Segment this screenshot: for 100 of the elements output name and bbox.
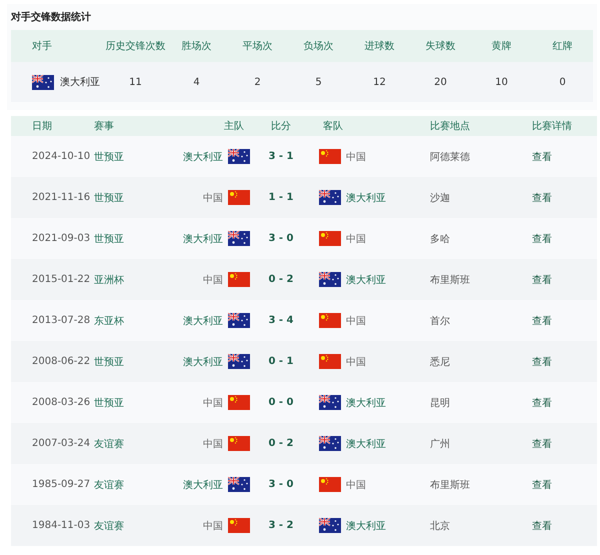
team-name: 中国 — [203, 274, 223, 286]
column-header: 客队 — [322, 120, 343, 133]
team-name: 澳大利亚 — [183, 150, 223, 164]
flag-icon — [319, 395, 341, 410]
team-name: 澳大利亚 — [346, 396, 386, 410]
match-venue: 悉尼 — [430, 356, 451, 368]
flag-icon — [319, 231, 341, 246]
flag-icon — [228, 354, 250, 369]
match-venue: 阿德莱德 — [430, 150, 471, 164]
team-name: 中国 — [346, 150, 366, 164]
match-score: 3 - 1 — [268, 151, 294, 162]
flag-icon — [228, 272, 250, 287]
event-link[interactable]: 亚洲杯 — [94, 274, 124, 286]
details-link[interactable]: 查看 — [532, 398, 552, 408]
event-link[interactable]: 友谊赛 — [94, 520, 124, 532]
team-name: 中国 — [346, 232, 366, 246]
team-name: 澳大利亚 — [346, 192, 386, 204]
event-link[interactable]: 世预亚 — [94, 192, 124, 204]
flag-icon — [319, 436, 341, 451]
flag-icon — [228, 149, 250, 164]
team-name: 澳大利亚 — [183, 232, 223, 246]
details-link[interactable]: 查看 — [532, 520, 552, 532]
column-header: 比分 — [271, 120, 291, 133]
match-date: 2021-11-16 — [31, 192, 92, 203]
team-name: 澳大利亚 — [346, 520, 386, 532]
details-link[interactable]: 查看 — [532, 234, 552, 244]
flag-icon — [32, 74, 54, 90]
details-link[interactable]: 查看 — [532, 480, 552, 490]
match-date: 2021-09-03 — [31, 233, 92, 244]
team-name: 中国 — [346, 478, 366, 492]
team-name: 中国 — [203, 520, 223, 532]
details-link[interactable]: 查看 — [532, 274, 552, 286]
table-cell: 4 — [193, 76, 200, 88]
section-title: 对手交锋数据统计 — [11, 10, 92, 25]
team-name: 中国 — [203, 438, 223, 450]
match-date: 2008-03-26 — [31, 397, 92, 408]
team-name: 澳大利亚 — [346, 438, 386, 450]
flag-icon — [319, 518, 341, 533]
flag-icon — [319, 149, 341, 164]
match-score: 1 - 1 — [268, 192, 294, 203]
column-header: 赛事 — [94, 120, 114, 133]
flag-icon — [319, 272, 341, 287]
column-header: 黄牌 — [492, 40, 512, 53]
match-venue: 首尔 — [430, 314, 451, 328]
table-cell: 2 — [254, 76, 261, 88]
flag-icon — [228, 477, 250, 492]
event-link[interactable]: 世预亚 — [94, 398, 124, 408]
event-link[interactable]: 友谊赛 — [94, 438, 124, 450]
event-link[interactable]: 世预亚 — [94, 152, 124, 162]
column-header: 失球数 — [426, 40, 456, 53]
details-link[interactable]: 查看 — [532, 316, 552, 326]
event-link[interactable]: 东亚杯 — [94, 316, 124, 326]
match-date: 2013-07-28 — [31, 315, 92, 326]
match-score: 0 - 1 — [268, 356, 294, 367]
match-date: 2015-01-22 — [31, 274, 92, 285]
match-score: 3 - 4 — [268, 315, 294, 326]
table-cell: 12 — [373, 76, 386, 88]
event-link[interactable]: 世预亚 — [94, 234, 124, 244]
match-venue: 沙迦 — [430, 192, 451, 204]
match-score: 3 - 0 — [268, 233, 294, 244]
column-header: 红牌 — [552, 40, 572, 53]
match-score: 3 - 2 — [268, 520, 294, 531]
flag-icon — [228, 313, 250, 328]
team-name: 中国 — [203, 396, 223, 410]
team-name: 中国 — [346, 356, 366, 368]
match-date: 1985-09-27 — [31, 479, 92, 490]
event-link[interactable]: 友谊赛 — [94, 480, 124, 490]
event-link[interactable]: 世预亚 — [94, 356, 124, 368]
details-link[interactable]: 查看 — [532, 152, 552, 162]
team-name: 中国 — [346, 314, 366, 328]
column-header: 胜场次 — [182, 40, 212, 53]
match-score: 0 - 2 — [268, 438, 294, 449]
column-header: 主队 — [224, 120, 245, 133]
match-score: 0 - 2 — [268, 274, 294, 285]
team-name: 澳大利亚 — [183, 356, 223, 368]
flag-icon — [228, 190, 250, 205]
details-link[interactable]: 查看 — [532, 356, 552, 368]
column-header: 进球数 — [364, 40, 394, 53]
flag-icon — [319, 313, 341, 328]
table-cell: 11 — [129, 76, 142, 88]
table-cell: 5 — [315, 76, 322, 88]
details-link[interactable]: 查看 — [532, 192, 552, 204]
match-venue: 多哈 — [430, 232, 451, 246]
column-header: 比赛详情 — [532, 120, 572, 133]
column-header: 日期 — [31, 120, 52, 133]
details-link[interactable]: 查看 — [532, 438, 552, 450]
table-cell: 20 — [434, 76, 447, 88]
team-name: 澳大利亚 — [60, 76, 100, 89]
column-header: 平场次 — [242, 40, 272, 53]
table-cell: 0 — [559, 76, 566, 88]
match-venue: 布里斯班 — [430, 478, 471, 492]
match-date: 2024-10-10 — [31, 151, 92, 162]
column-header: 对手 — [31, 40, 52, 53]
flag-icon — [319, 190, 341, 205]
match-venue: 广州 — [430, 438, 451, 450]
match-date: 1984-11-03 — [31, 520, 92, 531]
team-name: 澳大利亚 — [183, 314, 223, 328]
match-score: 0 - 0 — [268, 397, 294, 408]
flag-icon — [319, 477, 341, 492]
flag-icon — [319, 354, 341, 369]
